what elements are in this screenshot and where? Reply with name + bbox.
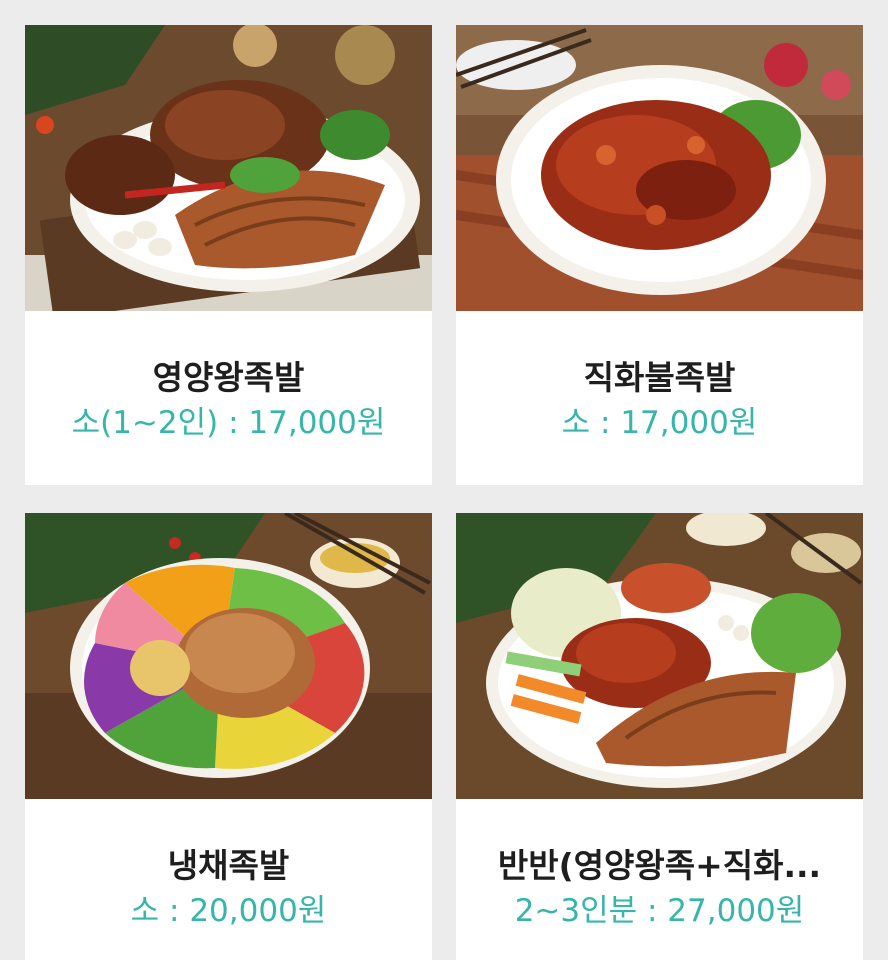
menu-grid: 영양왕족발 소(1~2인) : 17,000원 직화불족발 소: 17,000… (0, 0, 888, 960)
menu-item-price: 2~3인분 : 27,000원 (514, 893, 805, 929)
menu-card-info: 영양왕족발 소(1~2인) : 17,000원 (25, 311, 432, 485)
menu-item-name: 직화불족발 (583, 358, 736, 397)
cold-jokbal-salad-photo (25, 513, 432, 799)
menu-card-info: 직화불족발 소 : 17,000원 (456, 311, 863, 485)
half-half-jokbal-photo (456, 513, 863, 799)
menu-card-yeongyang-jokbal[interactable]: 영양왕족발 소(1~2인) : 17,000원 (25, 25, 432, 485)
menu-item-price: 소 : 17,000원 (561, 405, 758, 441)
menu-item-name: 냉채족발 (167, 846, 290, 885)
menu-card-info: 냉채족발 소 : 20,000원 (25, 799, 432, 960)
jokbal-plate-photo (25, 25, 432, 311)
menu-card-naengchae-jokbal[interactable]: 냉채족발 소 : 20,000원 (25, 513, 432, 960)
menu-item-name: 반반(영양왕족+직화... (497, 846, 822, 885)
menu-card-info: 반반(영양왕족+직화... 2~3인분 : 27,000원 (456, 799, 863, 960)
menu-item-price: 소(1~2인) : 17,000원 (71, 405, 386, 441)
menu-card-jikhwa-bul-jokbal[interactable]: 직화불족발 소 : 17,000원 (456, 25, 863, 485)
spicy-jokbal-plate-photo (456, 25, 863, 311)
menu-item-name: 영양왕족발 (152, 358, 305, 397)
menu-item-price: 소 : 20,000원 (130, 893, 327, 929)
menu-card-banban-jokbal[interactable]: 반반(영양왕족+직화... 2~3인분 : 27,000원 (456, 513, 863, 960)
